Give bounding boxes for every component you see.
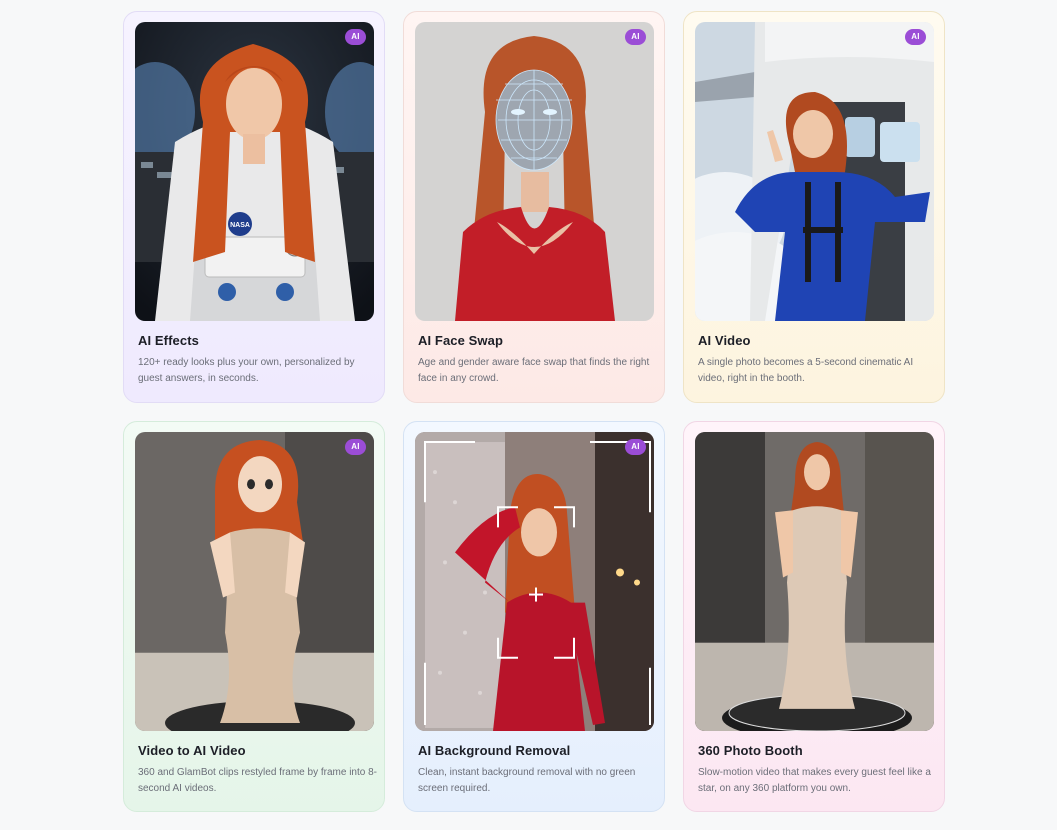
card-image-astronaut: NASA AI [135,22,374,321]
card-title: AI Video [698,333,751,348]
card-description: Slow-motion video that makes every guest… [698,767,931,794]
ai-badge: AI [345,439,366,455]
card-description: Clean, instant background removal with n… [418,767,636,794]
card-image-background-removal: AI [415,432,654,731]
ai-badge: AI [905,29,926,45]
card-image-face-swap: AI [415,22,654,321]
card-description: 120+ ready looks plus your own, personal… [138,357,355,384]
card-image-360-booth [695,432,934,731]
card-image-skydiver: AI [695,22,934,321]
card-title: AI Face Swap [418,333,504,348]
card-title: AI Effects [138,333,199,348]
feature-card-ai-effects[interactable]: NASA AI AI Effects 120+ ready looks plus… [123,11,385,403]
ai-badge: AI [625,439,646,455]
ai-badge: AI [625,29,646,45]
card-title: Video to AI Video [138,743,246,758]
card-image-anime-dress: AI [135,432,374,731]
ai-badge: AI [345,29,366,45]
card-title: 360 Photo Booth [698,743,803,758]
features-grid: NASA AI AI Effects 120+ ready looks plus… [0,0,1057,830]
card-title: AI Background Removal [418,743,571,758]
card-description: 360 and GlamBot clips restyled frame by … [138,767,377,794]
feature-card-360-photo-booth[interactable]: 360 Photo Booth Slow-motion video that m… [683,421,945,812]
nasa-patch-text: NASA [230,222,250,229]
feature-card-ai-face-swap[interactable]: AI AI Face Swap Age and gender aware fac… [403,11,665,403]
card-description: A single photo becomes a 5-second cinema… [698,357,914,384]
feature-card-ai-video[interactable]: AI AI Video A single photo becomes a 5-s… [683,11,945,403]
feature-card-video-to-ai-video[interactable]: AI Video to AI Video 360 and GlamBot cli… [123,421,385,812]
card-description: Age and gender aware face swap that find… [418,357,650,384]
feature-card-ai-background-removal[interactable]: AI AI Background Removal Clean, instant … [403,421,665,812]
